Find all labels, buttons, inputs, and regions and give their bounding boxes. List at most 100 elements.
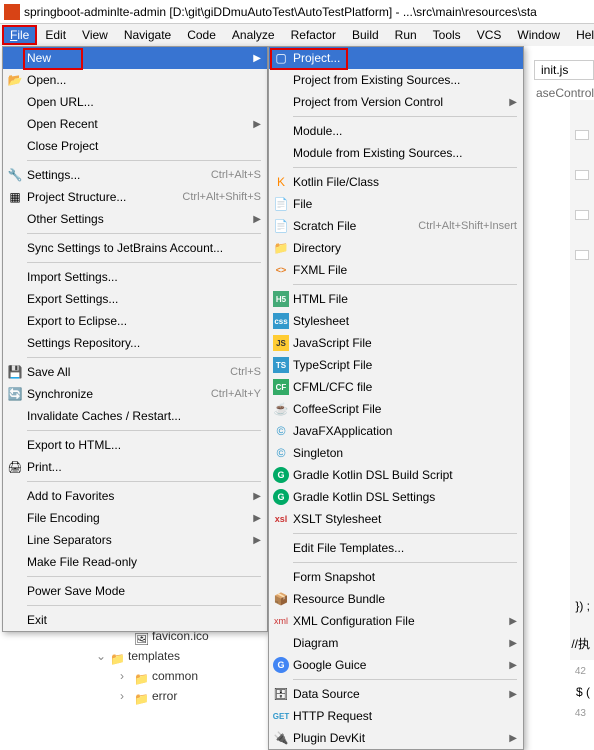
new-directory[interactable]: 📁Directory: [269, 237, 523, 259]
file-save-all[interactable]: 💾Save AllCtrl+S: [3, 361, 267, 383]
file-new[interactable]: New▶: [3, 47, 267, 69]
xml-icon: xml: [273, 613, 289, 629]
new-html[interactable]: H5HTML File: [269, 288, 523, 310]
new-form-snapshot[interactable]: Form Snapshot: [269, 566, 523, 588]
new-resource-bundle[interactable]: 📦Resource Bundle: [269, 588, 523, 610]
file-import-settings[interactable]: Import Settings...: [3, 266, 267, 288]
separator: [27, 430, 261, 431]
new-module[interactable]: Module...: [269, 120, 523, 142]
menu-vcs[interactable]: VCS: [469, 25, 510, 45]
chevron-right-icon: ▶: [253, 119, 261, 130]
caret-icon: ›: [120, 686, 130, 706]
file-project-structure[interactable]: ▦Project Structure...Ctrl+Alt+Shift+S: [3, 186, 267, 208]
structure-icon: ▦: [7, 189, 23, 205]
new-scratch[interactable]: 📄Scratch FileCtrl+Alt+Shift+Insert: [269, 215, 523, 237]
file-export-html[interactable]: Export to HTML...: [3, 434, 267, 456]
file-open[interactable]: 📂Open...: [3, 69, 267, 91]
new-javafx[interactable]: ©JavaFXApplication: [269, 420, 523, 442]
project-icon: ▢: [273, 50, 289, 66]
file-export-settings[interactable]: Export Settings...: [3, 288, 267, 310]
coffee-icon: ☕: [273, 401, 289, 417]
gutter-mark: [575, 250, 589, 260]
file-open-recent[interactable]: Open Recent▶: [3, 113, 267, 135]
menu-view[interactable]: View: [74, 25, 116, 45]
menu-file[interactable]: File: [2, 25, 37, 45]
new-stylesheet[interactable]: cssStylesheet: [269, 310, 523, 332]
new-xslt[interactable]: xslXSLT Stylesheet: [269, 508, 523, 530]
file-export-eclipse[interactable]: Export to Eclipse...: [3, 310, 267, 332]
new-fxml[interactable]: <>FXML File: [269, 259, 523, 281]
menu-refactor[interactable]: Refactor: [283, 25, 344, 45]
new-edit-templates[interactable]: Edit File Templates...: [269, 537, 523, 559]
new-kotlin[interactable]: KKotlin File/Class: [269, 171, 523, 193]
separator: [293, 562, 517, 563]
new-singleton[interactable]: ©Singleton: [269, 442, 523, 464]
folder-icon: 📂: [7, 72, 23, 88]
new-project[interactable]: ▢Project...: [269, 47, 523, 69]
separator: [27, 262, 261, 263]
menu-edit[interactable]: Edit: [37, 25, 74, 45]
new-datasource[interactable]: 🗄Data Source▶: [269, 683, 523, 705]
new-guice[interactable]: GGoogle Guice▶: [269, 654, 523, 676]
new-gradle-settings[interactable]: GGradle Kotlin DSL Settings: [269, 486, 523, 508]
html-icon: H5: [273, 291, 289, 307]
file-synchronize[interactable]: 🔄SynchronizeCtrl+Alt+Y: [3, 383, 267, 405]
menu-help[interactable]: Help: [568, 25, 594, 45]
menu-code[interactable]: Code: [179, 25, 224, 45]
caret-down-icon: ⌄: [96, 646, 106, 666]
file-add-favorites[interactable]: Add to Favorites▶: [3, 485, 267, 507]
separator: [27, 233, 261, 234]
new-module-existing[interactable]: Module from Existing Sources...: [269, 142, 523, 164]
kotlin-icon: K: [273, 174, 289, 190]
chevron-right-icon: ▶: [509, 689, 517, 700]
new-cfml[interactable]: CFCFML/CFC file: [269, 376, 523, 398]
menu-navigate[interactable]: Navigate: [116, 25, 179, 45]
gradle-icon: G: [273, 467, 289, 483]
editor-tab-initjs[interactable]: init.js: [534, 60, 594, 80]
new-project-vcs[interactable]: Project from Version Control▶: [269, 91, 523, 113]
file-settings[interactable]: 🔧Settings...Ctrl+Alt+S: [3, 164, 267, 186]
file-settings-repo[interactable]: Settings Repository...: [3, 332, 267, 354]
tree-node-common[interactable]: ›📁common: [96, 666, 239, 686]
new-file[interactable]: 📄File: [269, 193, 523, 215]
file-other-settings[interactable]: Other Settings▶: [3, 208, 267, 230]
menu-tools[interactable]: Tools: [425, 25, 469, 45]
new-ts[interactable]: TSTypeScript File: [269, 354, 523, 376]
menu-analyze[interactable]: Analyze: [224, 25, 283, 45]
fxml-icon: <>: [273, 262, 289, 278]
database-icon: 🗄: [273, 686, 289, 702]
folder-icon: 📁: [110, 649, 124, 663]
new-js[interactable]: JSJavaScript File: [269, 332, 523, 354]
tree-node-error[interactable]: ›📁error: [96, 686, 239, 706]
new-plugin-devkit[interactable]: 🔌Plugin DevKit▶: [269, 727, 523, 749]
new-project-existing[interactable]: Project from Existing Sources...: [269, 69, 523, 91]
file-encoding[interactable]: File Encoding▶: [3, 507, 267, 529]
file-close-project[interactable]: Close Project: [3, 135, 267, 157]
gradle-icon: G: [273, 489, 289, 505]
new-gradle-build[interactable]: GGradle Kotlin DSL Build Script: [269, 464, 523, 486]
separator: [293, 284, 517, 285]
print-icon: 🖨: [7, 459, 23, 475]
file-power-save[interactable]: Power Save Mode: [3, 580, 267, 602]
file-print[interactable]: 🖨Print...: [3, 456, 267, 478]
menu-window[interactable]: Window: [509, 25, 568, 45]
new-coffee[interactable]: ☕CoffeeScript File: [269, 398, 523, 420]
right-pane: init.js aseControlle: [534, 60, 594, 102]
sync-icon: 🔄: [7, 386, 23, 402]
file-invalidate[interactable]: Invalidate Caches / Restart...: [3, 405, 267, 427]
http-icon: GET: [273, 708, 289, 724]
menu-build[interactable]: Build: [344, 25, 387, 45]
tree-node-templates[interactable]: ⌄📁templates: [96, 646, 239, 666]
file-open-url[interactable]: Open URL...: [3, 91, 267, 113]
file-readonly[interactable]: Make File Read-only: [3, 551, 267, 573]
file-exit[interactable]: Exit: [3, 609, 267, 631]
new-xml-config[interactable]: xmlXML Configuration File▶: [269, 610, 523, 632]
new-diagram[interactable]: Diagram▶: [269, 632, 523, 654]
chevron-right-icon: ▶: [253, 53, 261, 64]
new-http-request[interactable]: GETHTTP Request: [269, 705, 523, 727]
gutter-mark: [575, 210, 589, 220]
separator: [293, 167, 517, 168]
menu-run[interactable]: Run: [387, 25, 425, 45]
file-line-separators[interactable]: Line Separators▶: [3, 529, 267, 551]
file-sync-settings[interactable]: Sync Settings to JetBrains Account...: [3, 237, 267, 259]
